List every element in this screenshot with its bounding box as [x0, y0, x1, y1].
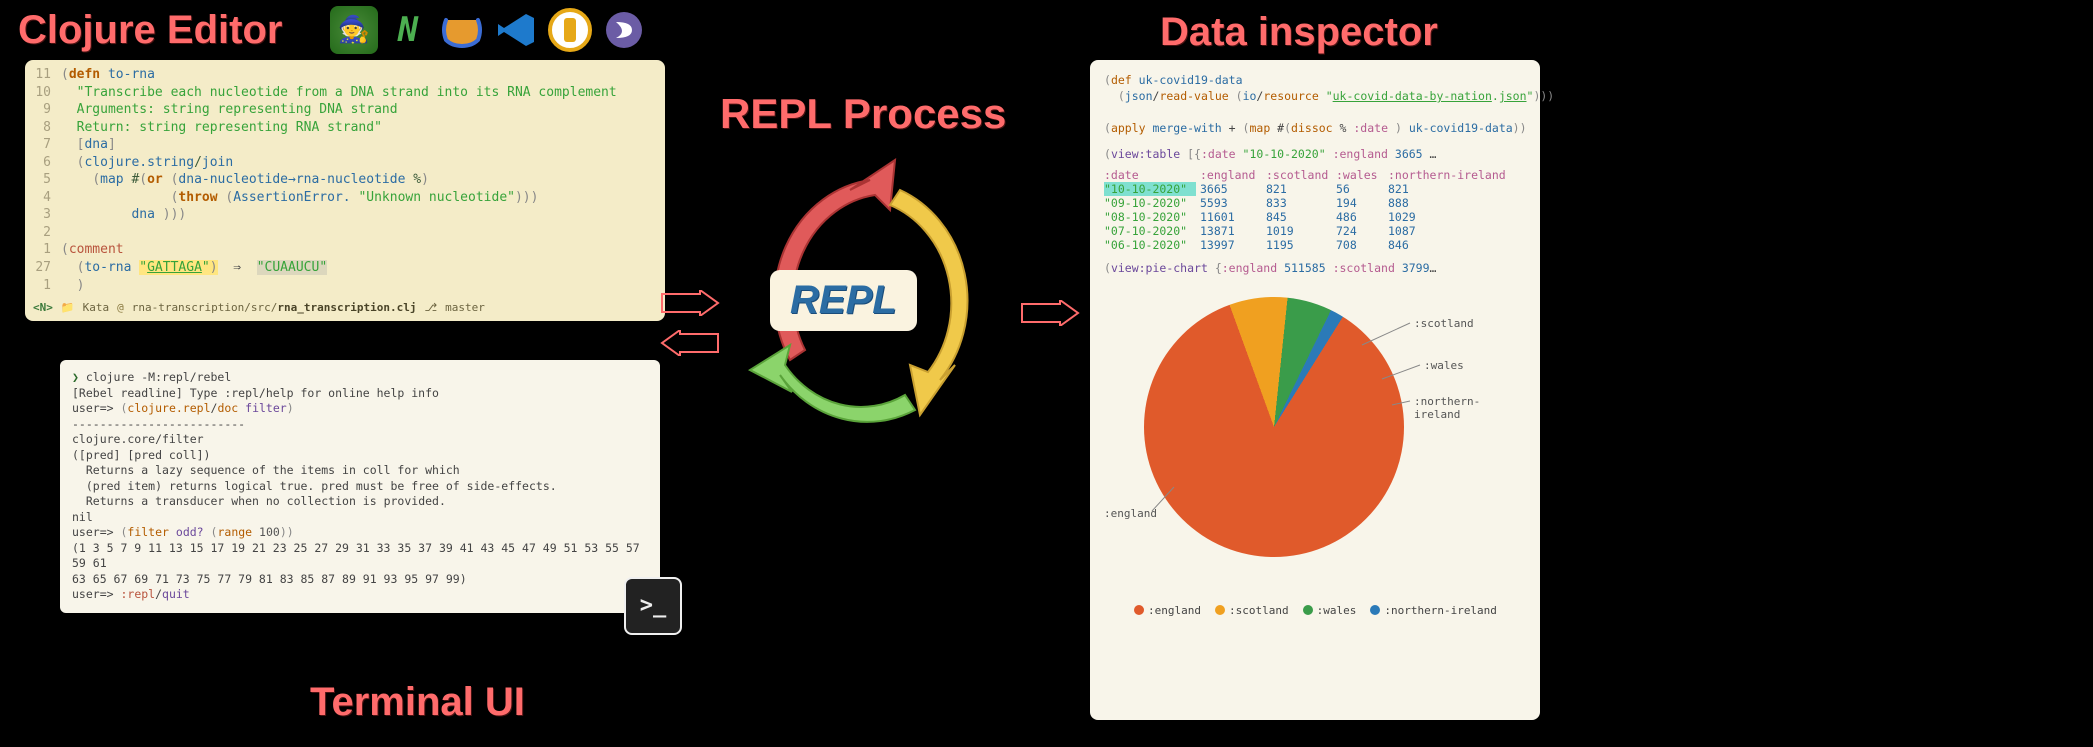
cycle-arrow-green-icon [750, 345, 915, 422]
inspector-code-line: (apply merge-with + (map #(dissoc % :dat… [1104, 120, 1526, 136]
legend-item: :scotland [1215, 604, 1289, 617]
terminal-line: (pred item) returns logical true. pred m… [72, 479, 648, 495]
line-number: 1 [25, 277, 61, 295]
repl-badge: REPL [770, 270, 917, 331]
editor-panel[interactable]: 11(defn to-rna10 "Transcribe each nucleo… [25, 60, 665, 321]
calva-icon [438, 6, 486, 54]
line-number: 4 [25, 189, 61, 207]
git-branch-icon: ⎇ [424, 301, 437, 314]
line-number: 11 [25, 66, 61, 84]
code-line[interactable]: 5 (map #(or (dna-nucleotide→rna-nucleoti… [25, 171, 665, 189]
terminal-line: Returns a lazy sequence of the items in … [72, 463, 648, 479]
line-number: 7 [25, 136, 61, 154]
terminal-line: user=> (filter odd? (range 100)) [72, 525, 648, 541]
legend-item: :england [1134, 604, 1201, 617]
code-line[interactable]: 9 Arguments: string representing DNA str… [25, 101, 665, 119]
legend-item: :wales [1303, 604, 1357, 617]
terminal-line: ([pred] [pred coll]) [72, 448, 648, 464]
inspector-panel[interactable]: (def uk-covid19-data (json/read-value (i… [1090, 60, 1540, 720]
emacs-icon [600, 6, 648, 54]
terminal-app-icon: >_ [624, 577, 682, 635]
line-number: 3 [25, 206, 61, 224]
line-number: 8 [25, 119, 61, 137]
inspector-code-line: (json/read-value (io/resource "uk-covid-… [1104, 88, 1526, 104]
title-data-inspector: Data inspector [1160, 10, 1438, 55]
terminal-line: user=> :repl/quit [72, 587, 648, 603]
legend-swatch-icon [1303, 605, 1313, 615]
title-repl-process: REPL Process [720, 90, 1006, 138]
editor-file-path: rna-transcription/src/rna_transcription.… [132, 301, 417, 314]
line-number: 27 [25, 259, 61, 277]
terminal-line: ------------------------- [72, 417, 648, 433]
editor-logo-row: 🧙 N [330, 6, 648, 54]
table-row: "07-10-2020"1387110197241087 [1104, 224, 1526, 238]
legend-swatch-icon [1215, 605, 1225, 615]
folder-icon: 📁 [61, 301, 75, 314]
terminal-line: [Rebel readline] Type :repl/help for onl… [72, 386, 648, 402]
code-line[interactable]: 1(comment [25, 241, 665, 259]
table-row: "06-10-2020"139971195708846 [1104, 238, 1526, 252]
inspector-def-block: (def uk-covid19-data (json/read-value (i… [1104, 72, 1526, 136]
code-line[interactable]: 7 [dna] [25, 136, 665, 154]
terminal-output[interactable]: ❯ clojure -M:repl/rebel[Rebel readline] … [72, 370, 648, 603]
code-line[interactable]: 6 (clojure.string/join [25, 154, 665, 172]
vscode-icon [492, 6, 540, 54]
code-line[interactable]: 2 [25, 224, 665, 242]
inspector-code-line [1104, 104, 1526, 120]
terminal-line: (1 3 5 7 9 11 13 15 17 19 21 23 25 27 29… [72, 541, 648, 572]
terminal-line: Returns a transducer when no collection … [72, 494, 648, 510]
line-number: 1 [25, 241, 61, 259]
clj-icon [546, 6, 594, 54]
line-number: 6 [25, 154, 61, 172]
pie-legend: :england :scotland :wales :northern-ireland [1134, 604, 1497, 617]
inspector-table-columns: :date :england :scotland :wales :norther… [1104, 168, 1526, 182]
title-clojure-editor: Clojure Editor [18, 8, 282, 53]
legend-swatch-icon [1370, 605, 1380, 615]
flow-arrow-editor-to-repl-icon [660, 290, 720, 316]
line-number: 2 [25, 224, 61, 242]
table-row: "08-10-2020"116018454861029 [1104, 210, 1526, 224]
code-line[interactable]: 4 (throw (AssertionError. "Unknown nucle… [25, 189, 665, 207]
editor-status-bar: <N> 📁 Kata @ rna-transcription/src/rna_t… [25, 298, 665, 317]
at-icon: @ [117, 301, 124, 314]
pie-leader-lines-icon [1104, 287, 1524, 567]
legend-item: :northern-ireland [1370, 604, 1497, 617]
table-row: "10-10-2020"366582156821 [1104, 182, 1526, 196]
neovim-icon: N [384, 6, 432, 54]
terminal-line: 63 65 67 69 71 73 75 77 79 81 83 85 87 8… [72, 572, 648, 588]
code-line[interactable]: 3 dna ))) [25, 206, 665, 224]
editor-project-name: Kata [83, 301, 110, 314]
line-number: 5 [25, 171, 61, 189]
code-line[interactable]: 1 ) [25, 277, 665, 295]
editor-code[interactable]: 11(defn to-rna10 "Transcribe each nucleo… [25, 66, 665, 294]
terminal-line: ❯ clojure -M:repl/rebel [72, 370, 648, 386]
line-number: 10 [25, 84, 61, 102]
title-terminal-ui: Terminal UI [310, 680, 525, 725]
inspector-table: :date :england :scotland :wales :norther… [1104, 168, 1526, 252]
legend-swatch-icon [1134, 605, 1144, 615]
git-branch-name: master [445, 301, 485, 314]
practicalli-avatar-icon: 🧙 [330, 6, 378, 54]
code-line[interactable]: 27 (to-rna "GATTAGA") ⇒ "CUAAUCU" [25, 259, 665, 277]
inspector-pie-header: (view:pie-chart {:england 511585 :scotla… [1104, 260, 1526, 276]
terminal-line: clojure.core/filter [72, 432, 648, 448]
table-row: "09-10-2020"5593833194888 [1104, 196, 1526, 210]
terminal-panel[interactable]: ❯ clojure -M:repl/rebel[Rebel readline] … [60, 360, 660, 613]
line-number: 9 [25, 101, 61, 119]
repl-cycle-diagram: REPL [720, 140, 1000, 460]
code-line[interactable]: 10 "Transcribe each nucleotide from a DN… [25, 84, 665, 102]
inspector-pie-chart: :scotland :wales :northern-ireland :engl… [1104, 287, 1526, 617]
flow-arrow-repl-to-editor-icon [660, 330, 720, 356]
flow-arrow-repl-to-inspector-icon [1020, 300, 1080, 326]
code-line[interactable]: 11(defn to-rna [25, 66, 665, 84]
code-line[interactable]: 8 Return: string representing RNA strand… [25, 119, 665, 137]
inspector-code-line: (def uk-covid19-data [1104, 72, 1526, 88]
terminal-line: user=> (clojure.repl/doc filter) [72, 401, 648, 417]
terminal-line: nil [72, 510, 648, 526]
inspector-table-header: (view:table [{:date "10-10-2020" :englan… [1104, 146, 1526, 162]
editor-mode-indicator: <N> [33, 301, 53, 314]
